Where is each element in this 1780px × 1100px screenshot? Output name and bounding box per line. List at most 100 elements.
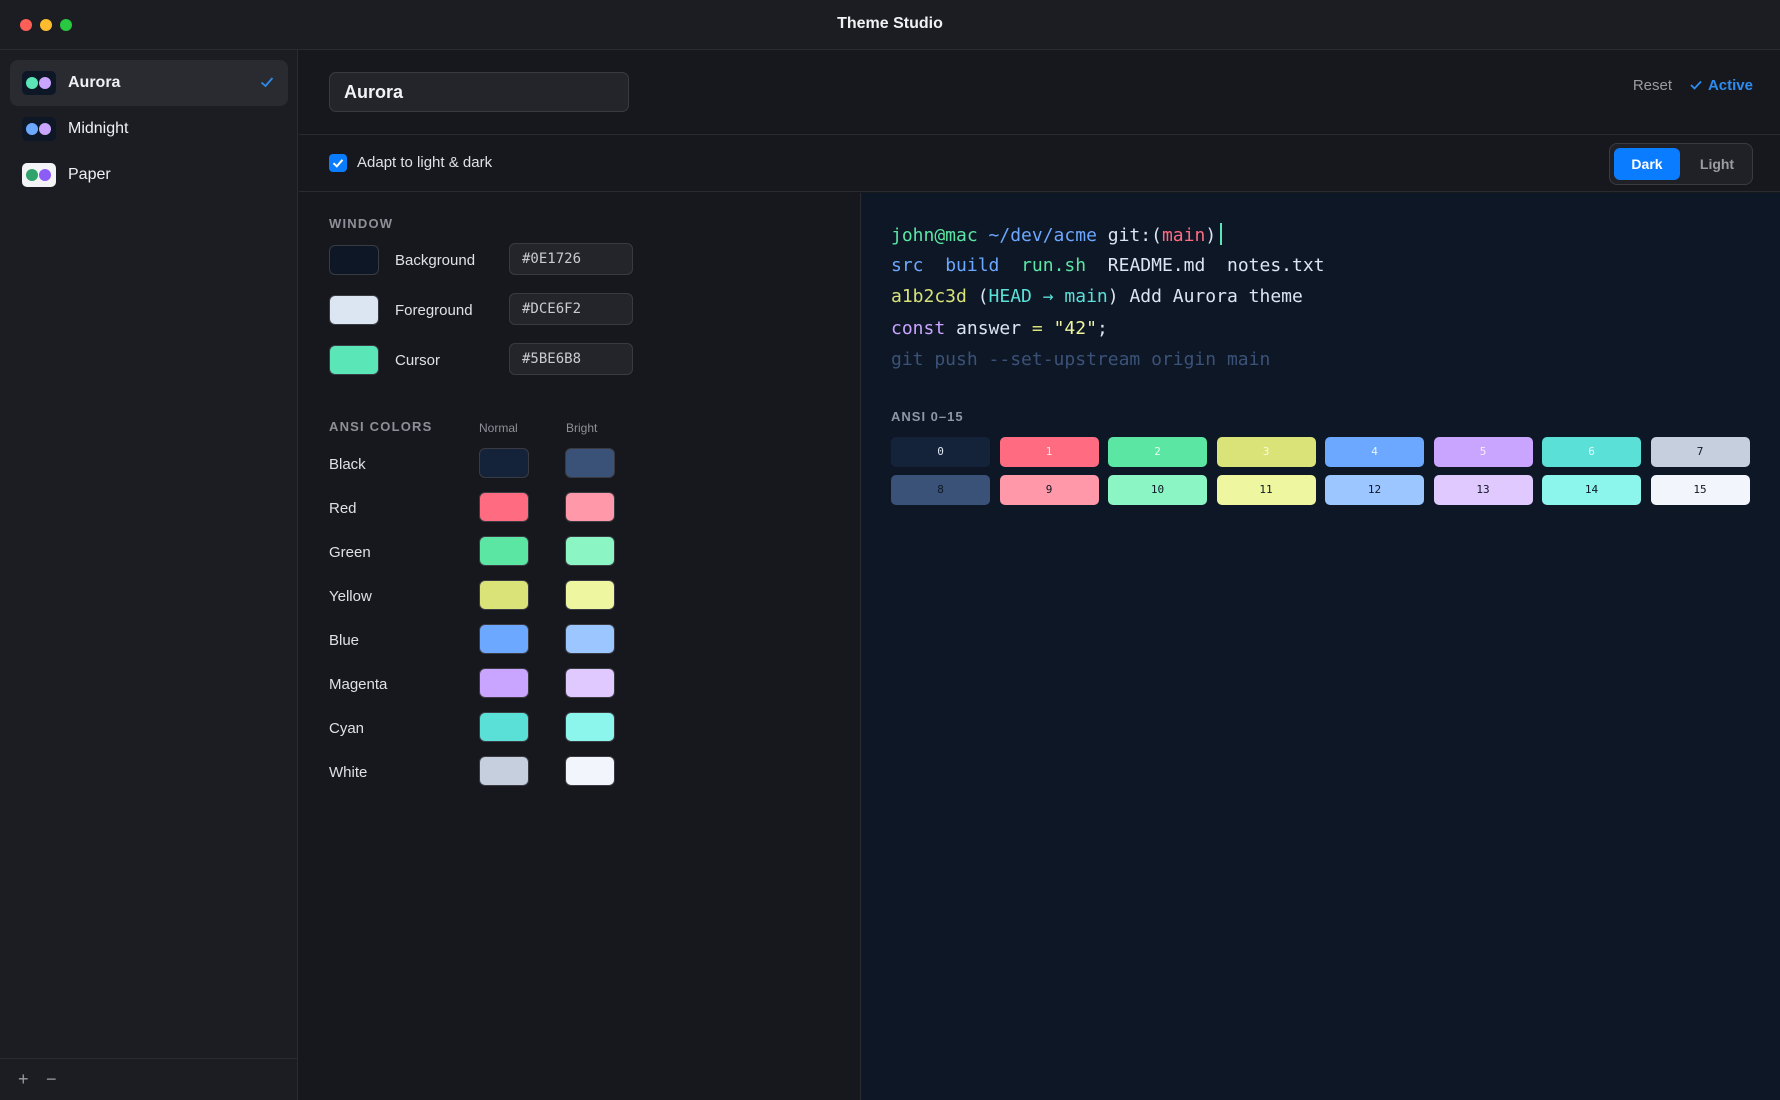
- adapt-checkbox[interactable]: [329, 154, 347, 172]
- ansi-section-title: ANSI COLORS: [329, 419, 433, 434]
- terminal-token: main: [1161, 225, 1206, 246]
- color-swatch[interactable]: [329, 345, 379, 375]
- terminal-token: =: [1031, 317, 1043, 339]
- terminal-token: run.sh: [1021, 254, 1087, 276]
- active-button[interactable]: Active: [1690, 77, 1753, 94]
- hex-input[interactable]: [509, 243, 633, 275]
- hex-input[interactable]: [509, 293, 633, 325]
- bright-column-header: Bright: [566, 421, 598, 435]
- theme-swatch-icon: [22, 117, 56, 141]
- terminal-token: ~/dev/acme: [977, 225, 1097, 246]
- terminal-token: const: [891, 317, 946, 339]
- normal-color-swatch[interactable]: [479, 668, 529, 698]
- sidebar-item-aurora[interactable]: Aurora: [10, 60, 288, 106]
- bright-color-swatch[interactable]: [565, 624, 615, 654]
- terminal-token: build: [945, 254, 1000, 276]
- window-title: Theme Studio: [837, 15, 943, 32]
- terminal-token: (: [966, 286, 989, 307]
- ansi-chip-6: 6: [1542, 437, 1641, 467]
- ansi-chip-13: 13: [1433, 475, 1533, 505]
- normal-color-swatch[interactable]: [479, 492, 529, 522]
- color-label: Foreground: [395, 302, 473, 319]
- sidebar-item-label: Aurora: [68, 74, 121, 91]
- theme-swatch-icon: [22, 163, 56, 187]
- bright-color-swatch[interactable]: [565, 756, 615, 786]
- terminal-token: HEAD → main: [988, 286, 1108, 307]
- swatch-dot: [26, 169, 38, 181]
- ansi-chip-9: 9: [999, 475, 1099, 505]
- bright-color-swatch[interactable]: [565, 536, 615, 566]
- add-theme-button[interactable]: +: [18, 1069, 29, 1090]
- reset-button[interactable]: Reset: [1633, 77, 1672, 94]
- ansi-chip-1: 1: [999, 437, 1099, 467]
- ansi-color-label: White: [329, 764, 368, 781]
- terminal-line: src build run.sh README.md notes.txt: [891, 255, 1325, 276]
- normal-column-header: Normal: [479, 421, 518, 435]
- editor-header: Reset Active: [299, 50, 1780, 135]
- bright-color-swatch[interactable]: [565, 668, 615, 698]
- normal-color-swatch[interactable]: [479, 756, 529, 786]
- terminal-token: answer: [945, 317, 1032, 339]
- bright-color-swatch[interactable]: [565, 712, 615, 742]
- sidebar-item-paper[interactable]: Paper: [10, 152, 288, 198]
- terminal-line: john@mac ~/dev/acme git:(main): [891, 223, 1223, 246]
- ansi-chip-14: 14: [1542, 475, 1641, 505]
- ansi-chip-15: 15: [1650, 475, 1750, 505]
- color-editor: WINDOW Background Foreground Cursor ANSI C…: [299, 193, 861, 1100]
- swatch-dot: [39, 77, 51, 89]
- terminal-token: john@mac: [891, 225, 978, 246]
- normal-color-swatch[interactable]: [479, 712, 529, 742]
- bright-color-swatch[interactable]: [565, 448, 615, 478]
- terminal-cursor: [1220, 223, 1223, 245]
- bright-color-swatch[interactable]: [565, 580, 615, 610]
- theme-sidebar: Aurora Midnight Paper + −: [0, 50, 298, 1100]
- ansi-chip-3: 3: [1216, 437, 1316, 467]
- normal-color-swatch[interactable]: [479, 536, 529, 566]
- bright-color-swatch[interactable]: [565, 492, 615, 522]
- ansi-color-label: Black: [329, 456, 366, 473]
- mode-dark-button[interactable]: Dark: [1614, 148, 1680, 180]
- sidebar-item-midnight[interactable]: Midnight: [10, 106, 288, 152]
- color-label: Cursor: [395, 352, 441, 369]
- window-color-row-cursor: Cursor: [329, 343, 649, 379]
- check-icon: [258, 73, 276, 91]
- terminal-token: "42": [1053, 317, 1097, 339]
- title-bar: Theme Studio: [0, 0, 1780, 50]
- ansi-chip-11: 11: [1216, 475, 1316, 505]
- sidebar-item-label: Paper: [68, 166, 111, 183]
- ansi-color-label: Cyan: [329, 720, 365, 737]
- ansi-row-yellow: Yellow: [329, 580, 629, 612]
- ansi-row-white: White: [329, 756, 629, 788]
- terminal-token: ): [1205, 225, 1217, 246]
- color-swatch[interactable]: [329, 295, 379, 325]
- hex-input[interactable]: [509, 343, 633, 375]
- ansi-row-black: Black: [329, 448, 629, 480]
- ansi-color-label: Red: [329, 500, 357, 517]
- terminal-line: git push --set-upstream origin main: [891, 349, 1270, 370]
- sidebar-footer: + −: [0, 1058, 298, 1100]
- normal-color-swatch[interactable]: [479, 448, 529, 478]
- mode-light-button[interactable]: Light: [1684, 148, 1750, 180]
- adapt-label: Adapt to light & dark: [357, 154, 493, 171]
- ansi-row-blue: Blue: [329, 624, 629, 656]
- ansi-palette-title: ANSI 0–15: [891, 409, 964, 424]
- terminal-token: README.md notes.txt: [1086, 254, 1325, 276]
- terminal-preview: john@mac ~/dev/acme git:(main) src build …: [862, 193, 1780, 1100]
- sidebar-item-label: Midnight: [68, 120, 129, 137]
- terminal-line: a1b2c3d (HEAD → main) Add Aurora theme: [891, 286, 1303, 307]
- checkbox-check-icon: [332, 159, 344, 168]
- remove-theme-button[interactable]: −: [46, 1069, 57, 1090]
- theme-name-input[interactable]: [329, 72, 629, 112]
- swatch-dot: [26, 77, 38, 89]
- normal-color-swatch[interactable]: [479, 580, 529, 610]
- ansi-chip-4: 4: [1325, 437, 1424, 467]
- color-swatch[interactable]: [329, 245, 379, 275]
- normal-color-swatch[interactable]: [479, 624, 529, 654]
- theme-swatch-icon: [22, 71, 56, 95]
- ansi-chip-7: 7: [1650, 437, 1750, 467]
- ansi-chip-0: 0: [891, 437, 990, 467]
- ansi-chip-12: 12: [1325, 475, 1424, 505]
- ansi-row-cyan: Cyan: [329, 712, 629, 744]
